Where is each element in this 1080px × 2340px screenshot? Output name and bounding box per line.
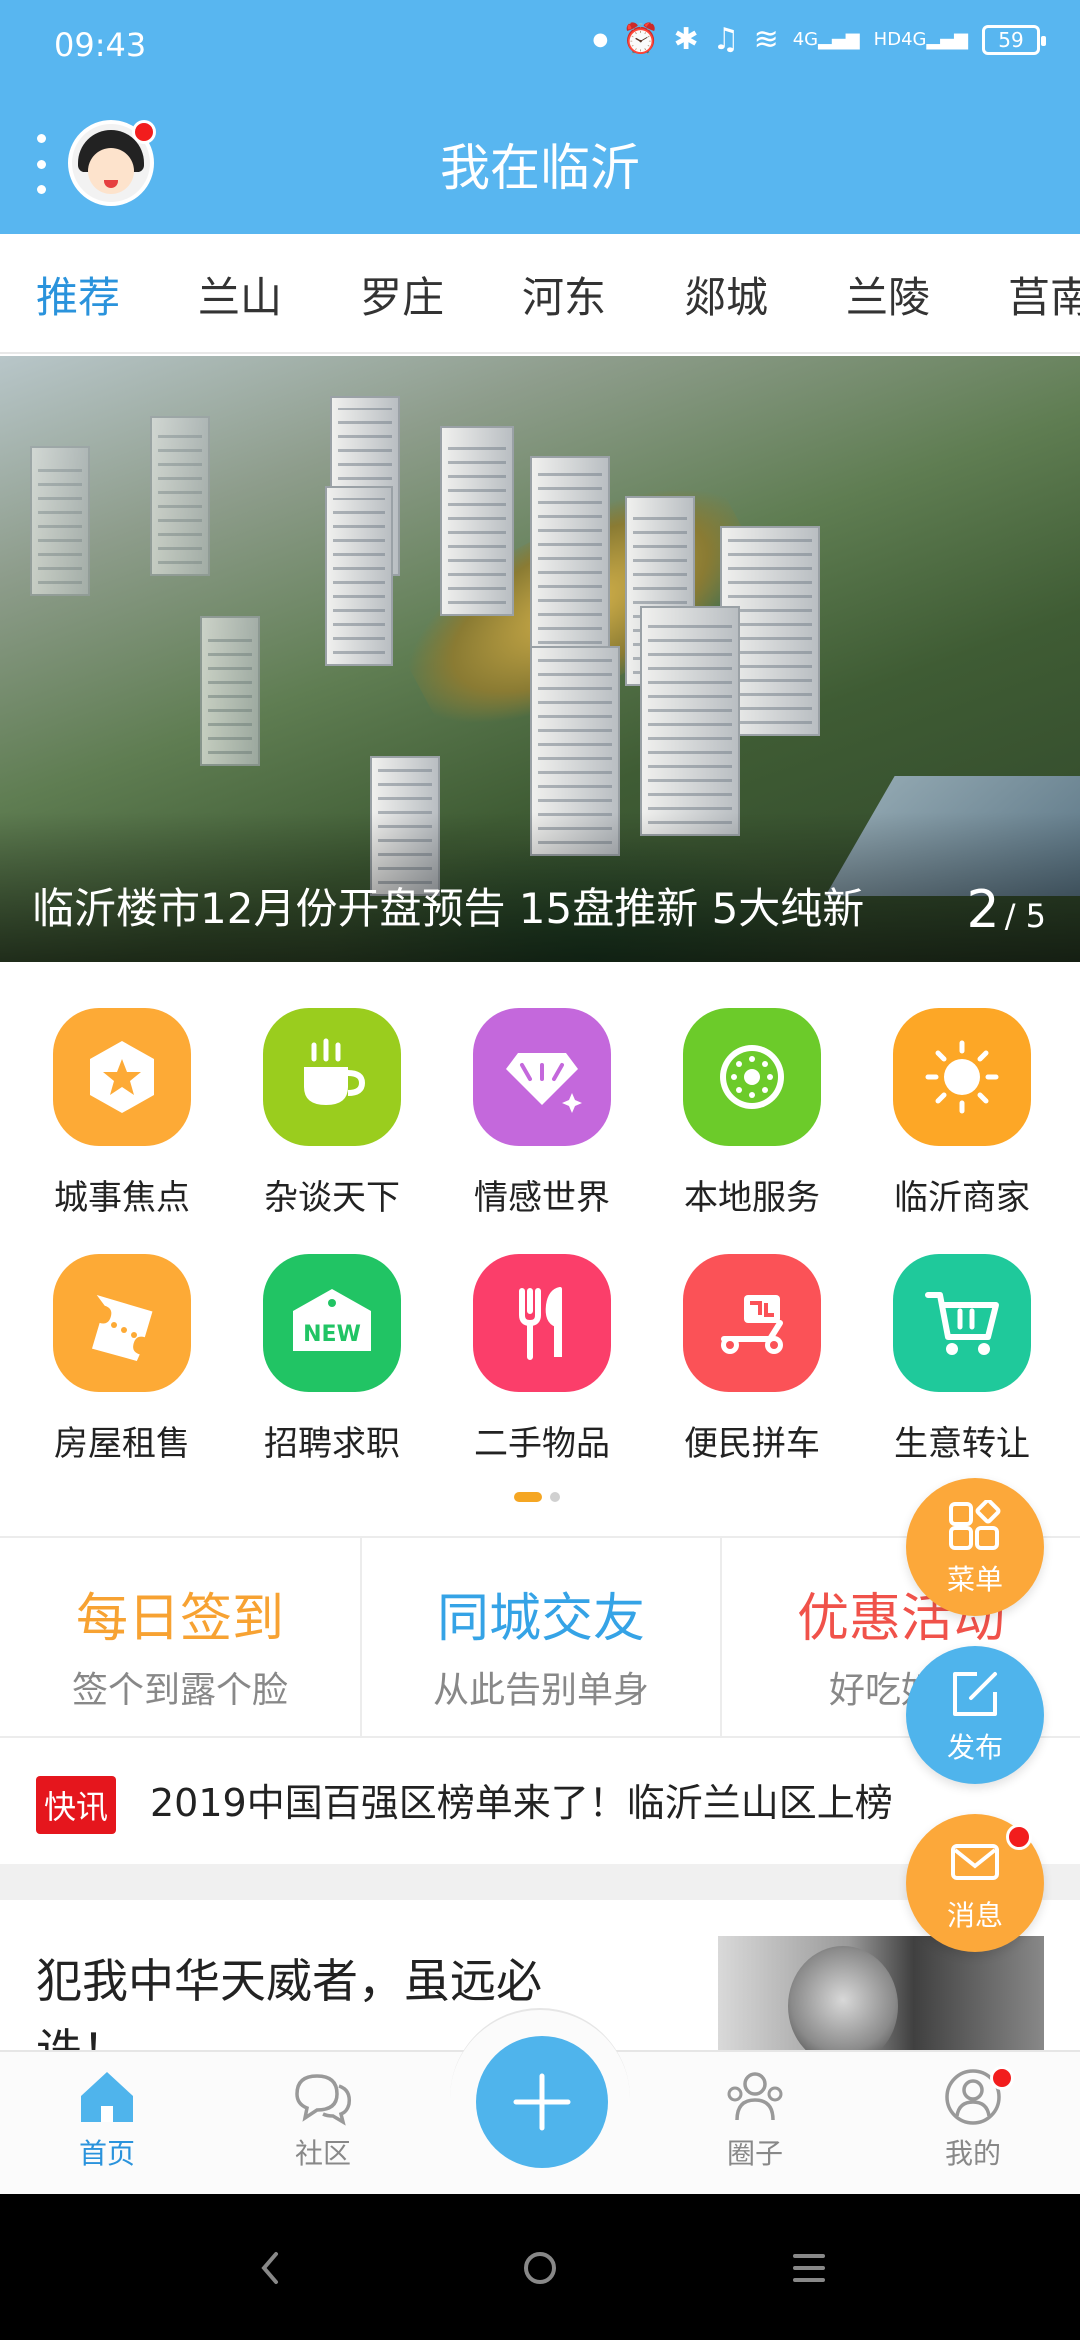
chat-bubbles-icon xyxy=(295,2074,352,2126)
category-grid: 城事焦点 杂谈天下 情感世界 本地服务 临沂商家 房屋租售 NEW 招聘求职 二… xyxy=(0,964,1080,1536)
scooter-icon xyxy=(683,1254,821,1392)
wifi-icon: ≋ xyxy=(753,22,779,57)
category-local-service[interactable]: 本地服务 xyxy=(652,1008,852,1219)
menu-fab-label: 菜单 xyxy=(946,1563,1003,1596)
app-screen: 09:43 ● ⏰ ✱ ♫ ≋ 4G▂▄▆ HD4G▂▄▆ 59 我在临沂 推荐… xyxy=(0,0,1080,2340)
article-thumbnail xyxy=(718,1936,1044,2050)
tab-recommend[interactable]: 推荐 xyxy=(36,264,120,325)
signal-hd-icon: HD4G▂▄▆ xyxy=(873,28,968,50)
svg-text:NEW: NEW xyxy=(303,1322,361,1347)
grid-page-indicator xyxy=(514,1492,560,1502)
new-tag-icon: NEW xyxy=(263,1254,401,1392)
message-fab[interactable]: 消息 xyxy=(906,1814,1044,1952)
category-transfer[interactable]: 生意转让 xyxy=(862,1254,1062,1465)
diamond-icon xyxy=(473,1008,611,1146)
district-tabs: 推荐 兰山 罗庄 河东 郯城 兰陵 莒南 xyxy=(0,234,1080,354)
sun-icon xyxy=(893,1008,1031,1146)
back-icon[interactable] xyxy=(256,2250,286,2286)
hero-banner[interactable]: 临沂楼市12月份开盘预告 15盘推新 5大纯新 2 / 5 xyxy=(0,356,1080,962)
banner-image-tower xyxy=(30,446,90,596)
alarm-icon: ⏰ xyxy=(622,22,660,57)
nav-community[interactable]: 社区 xyxy=(248,2068,398,2172)
tab-hedong[interactable]: 河东 xyxy=(522,264,606,325)
message-notification-dot xyxy=(1006,1824,1032,1850)
tab-junan[interactable]: 莒南 xyxy=(1008,264,1080,325)
category-secondhand[interactable]: 二手物品 xyxy=(442,1254,642,1465)
category-jobs[interactable]: NEW 招聘求职 xyxy=(232,1254,432,1465)
news-flash-tag: 快讯 xyxy=(36,1776,117,1834)
envelope-icon xyxy=(951,1844,999,1880)
category-carpool[interactable]: 便民拼车 xyxy=(652,1254,852,1465)
post-fab-label: 发布 xyxy=(946,1731,1003,1764)
banner-caption: 临沂楼市12月份开盘预告 15盘推新 5大纯新 xyxy=(32,884,865,933)
tab-luozhuang[interactable]: 罗庄 xyxy=(360,264,444,325)
mine-notification-dot xyxy=(990,2066,1014,2090)
home-circle-icon[interactable] xyxy=(522,2250,558,2286)
tab-lanling[interactable]: 兰陵 xyxy=(846,264,930,325)
fork-knife-icon xyxy=(473,1254,611,1392)
page-title: 我在临沂 xyxy=(440,139,640,197)
group-icon xyxy=(727,2072,783,2121)
kiwi-icon xyxy=(683,1008,821,1146)
star-hexagon-icon xyxy=(53,1008,191,1146)
category-merchants[interactable]: 临沂商家 xyxy=(862,1008,1062,1219)
status-time: 09:43 xyxy=(54,26,147,64)
battery-icon: 59 xyxy=(982,24,1046,55)
system-nav-bar xyxy=(0,2194,1080,2340)
recents-icon[interactable] xyxy=(792,2252,826,2284)
category-housing[interactable]: 房屋租售 xyxy=(22,1254,222,1465)
banner-image-tower xyxy=(440,426,514,616)
edit-icon xyxy=(953,1672,997,1716)
cart-icon xyxy=(893,1254,1031,1392)
plus-icon xyxy=(513,2073,571,2131)
bluetooth-icon: ✱ xyxy=(673,22,699,57)
app-header: 我在临沂 xyxy=(0,90,1080,234)
coffee-cup-icon xyxy=(263,1008,401,1146)
ticket-icon xyxy=(53,1254,191,1392)
status-bar: 09:43 ● ⏰ ✱ ♫ ≋ 4G▂▄▆ HD4G▂▄▆ 59 xyxy=(0,0,1080,90)
nav-circle[interactable]: 圈子 xyxy=(680,2068,830,2172)
banner-page-indicator: 2 / 5 xyxy=(966,880,1047,940)
dot-icon: ● xyxy=(592,29,609,50)
news-flash-text: 2019中国百强区榜单来了！临沂兰山区上榜 xyxy=(150,1781,893,1825)
banner-image-tower xyxy=(150,416,210,576)
banner-image-tower xyxy=(325,486,393,666)
post-fab[interactable]: 发布 xyxy=(906,1646,1044,1784)
grid-menu-icon xyxy=(949,1498,1001,1550)
center-add-button[interactable] xyxy=(476,2036,608,2168)
banner-image-tower xyxy=(200,616,260,766)
menu-fab[interactable]: 菜单 xyxy=(906,1478,1044,1616)
tab-lanshan[interactable]: 兰山 xyxy=(198,264,282,325)
status-icons: ● ⏰ ✱ ♫ ≋ 4G▂▄▆ HD4G▂▄▆ 59 xyxy=(592,22,1046,57)
promo-daily-checkin[interactable]: 每日签到 签个到露个脸 xyxy=(0,1538,360,1738)
message-fab-label: 消息 xyxy=(946,1899,1003,1932)
banner-image-tower xyxy=(640,606,740,836)
nav-mine[interactable]: 我的 xyxy=(898,2068,1048,2172)
signal-icon: 4G▂▄▆ xyxy=(792,28,860,50)
home-icon xyxy=(81,2072,133,2122)
bell-icon: ♫ xyxy=(712,22,740,57)
tab-tancheng[interactable]: 郯城 xyxy=(684,264,768,325)
banner-image-tower xyxy=(530,456,610,656)
promo-dating[interactable]: 同城交友 从此告别单身 xyxy=(360,1538,720,1738)
category-city-focus[interactable]: 城事焦点 xyxy=(22,1008,222,1219)
nav-home[interactable]: 首页 xyxy=(32,2068,182,2172)
category-chat[interactable]: 杂谈天下 xyxy=(232,1008,432,1219)
category-emotion[interactable]: 情感世界 xyxy=(442,1008,642,1219)
